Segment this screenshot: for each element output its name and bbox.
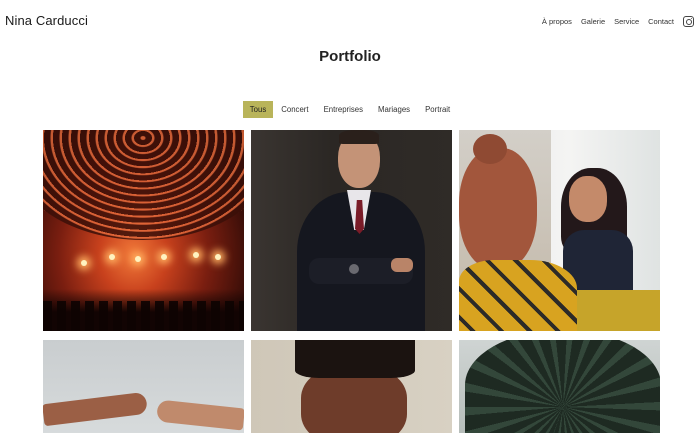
- hair: [339, 130, 379, 144]
- nav-link-a-propos[interactable]: À propos: [542, 17, 572, 26]
- stage-rig: [43, 130, 244, 240]
- filter-entreprises[interactable]: Entreprises: [317, 101, 370, 118]
- gallery-photo-businessman[interactable]: [251, 130, 452, 331]
- stage-light: [135, 256, 141, 262]
- stage-light: [81, 260, 87, 266]
- filter-tous[interactable]: Tous: [242, 101, 274, 118]
- stage-light: [109, 254, 115, 260]
- hair-bun: [473, 134, 507, 164]
- woman-face: [569, 176, 607, 222]
- filter-concert[interactable]: Concert: [274, 101, 315, 118]
- nav-link-service[interactable]: Service: [614, 17, 639, 26]
- stage-light: [161, 254, 167, 260]
- foreground-head: [459, 148, 537, 270]
- watch: [349, 264, 359, 274]
- right-hand: [156, 399, 244, 431]
- stage-light: [193, 252, 199, 258]
- page-title: Portfolio: [319, 48, 381, 65]
- main-nav: À propos Galerie Service Contact: [533, 16, 694, 27]
- nav-link-galerie[interactable]: Galerie: [581, 17, 605, 26]
- gallery-photo-palm[interactable]: [459, 340, 660, 433]
- instagram-icon[interactable]: [683, 16, 694, 27]
- filter-bar: Tous Concert Entreprises Mariages Portra…: [0, 101, 700, 118]
- hair: [295, 340, 415, 378]
- site-title[interactable]: Nina Carducci: [5, 13, 88, 28]
- crowd-silhouette: [43, 289, 244, 331]
- stage-light: [215, 254, 221, 260]
- gallery-photo-concert[interactable]: [43, 130, 244, 331]
- gallery-photo-hands[interactable]: [43, 340, 244, 433]
- plaid-shirt: [459, 260, 577, 331]
- gallery-photo-portrait[interactable]: [251, 340, 452, 433]
- palm-fronds: [465, 340, 660, 433]
- gallery-photo-office[interactable]: [459, 130, 660, 331]
- hand: [391, 258, 413, 272]
- filter-mariages[interactable]: Mariages: [371, 101, 417, 118]
- nav-link-contact[interactable]: Contact: [648, 17, 674, 26]
- filter-portrait[interactable]: Portrait: [418, 101, 457, 118]
- left-hand: [43, 391, 148, 427]
